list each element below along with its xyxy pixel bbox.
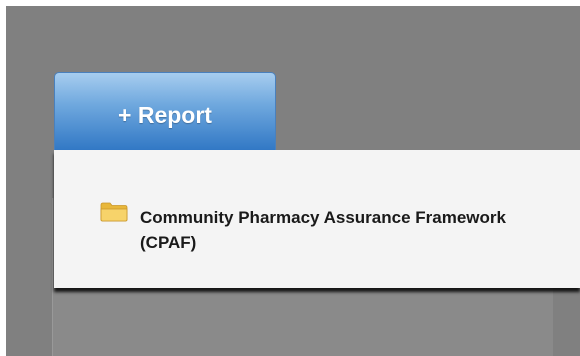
left-edge xyxy=(0,0,6,356)
folder-icon xyxy=(100,202,128,222)
top-edge xyxy=(0,0,580,6)
report-dropdown-menu: Community Pharmacy Assurance Framework (… xyxy=(54,150,580,288)
list-item-label: Community Pharmacy Assurance Framework (… xyxy=(140,208,506,252)
add-report-tab[interactable] xyxy=(54,72,276,152)
